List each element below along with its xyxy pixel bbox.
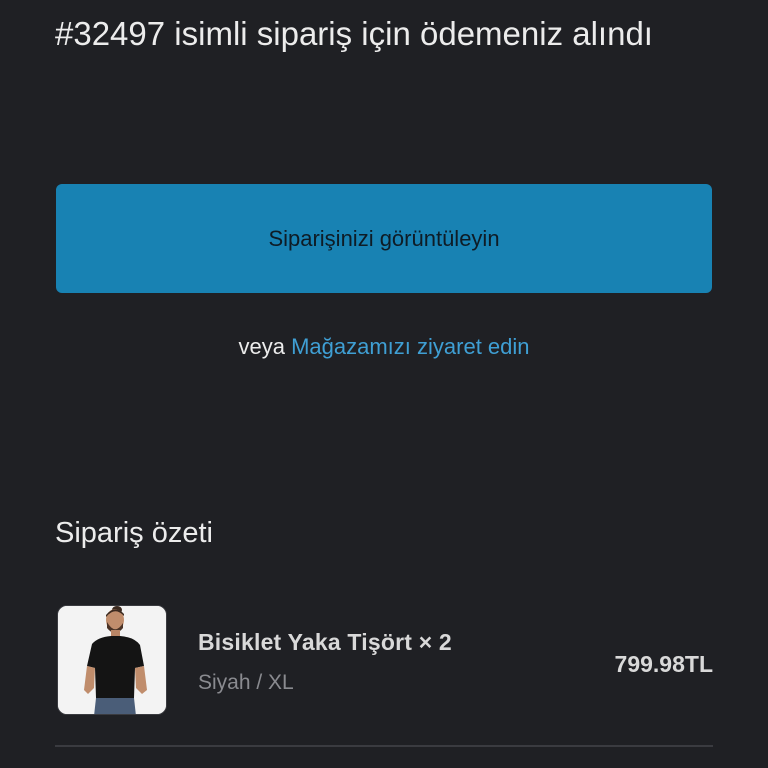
view-order-button-label: Siparişinizi görüntüleyin [268, 225, 500, 251]
order-summary-title: Sipariş özeti [55, 517, 213, 549]
or-text: veya [238, 334, 285, 359]
visit-store-link[interactable]: Mağazamızı ziyaret edin [291, 334, 529, 359]
view-order-button[interactable]: Siparişinizi görüntüleyin [56, 184, 712, 293]
order-line-item: Bisiklet Yaka Tişört × 2 Siyah / XL 799.… [57, 605, 713, 717]
alternative-action-line: veya Mağazamızı ziyaret edin [0, 330, 768, 364]
product-name: Bisiklet Yaka Tişört × 2 [198, 629, 452, 655]
divider [55, 745, 713, 747]
product-variant: Siyah / XL [198, 671, 294, 694]
confirmation-headline: #32497 isimli sipariş için ödemeniz alın… [55, 15, 653, 52]
product-price: 799.98TL [614, 651, 713, 677]
product-thumbnail [57, 605, 167, 715]
product-photo-icon [58, 606, 166, 714]
